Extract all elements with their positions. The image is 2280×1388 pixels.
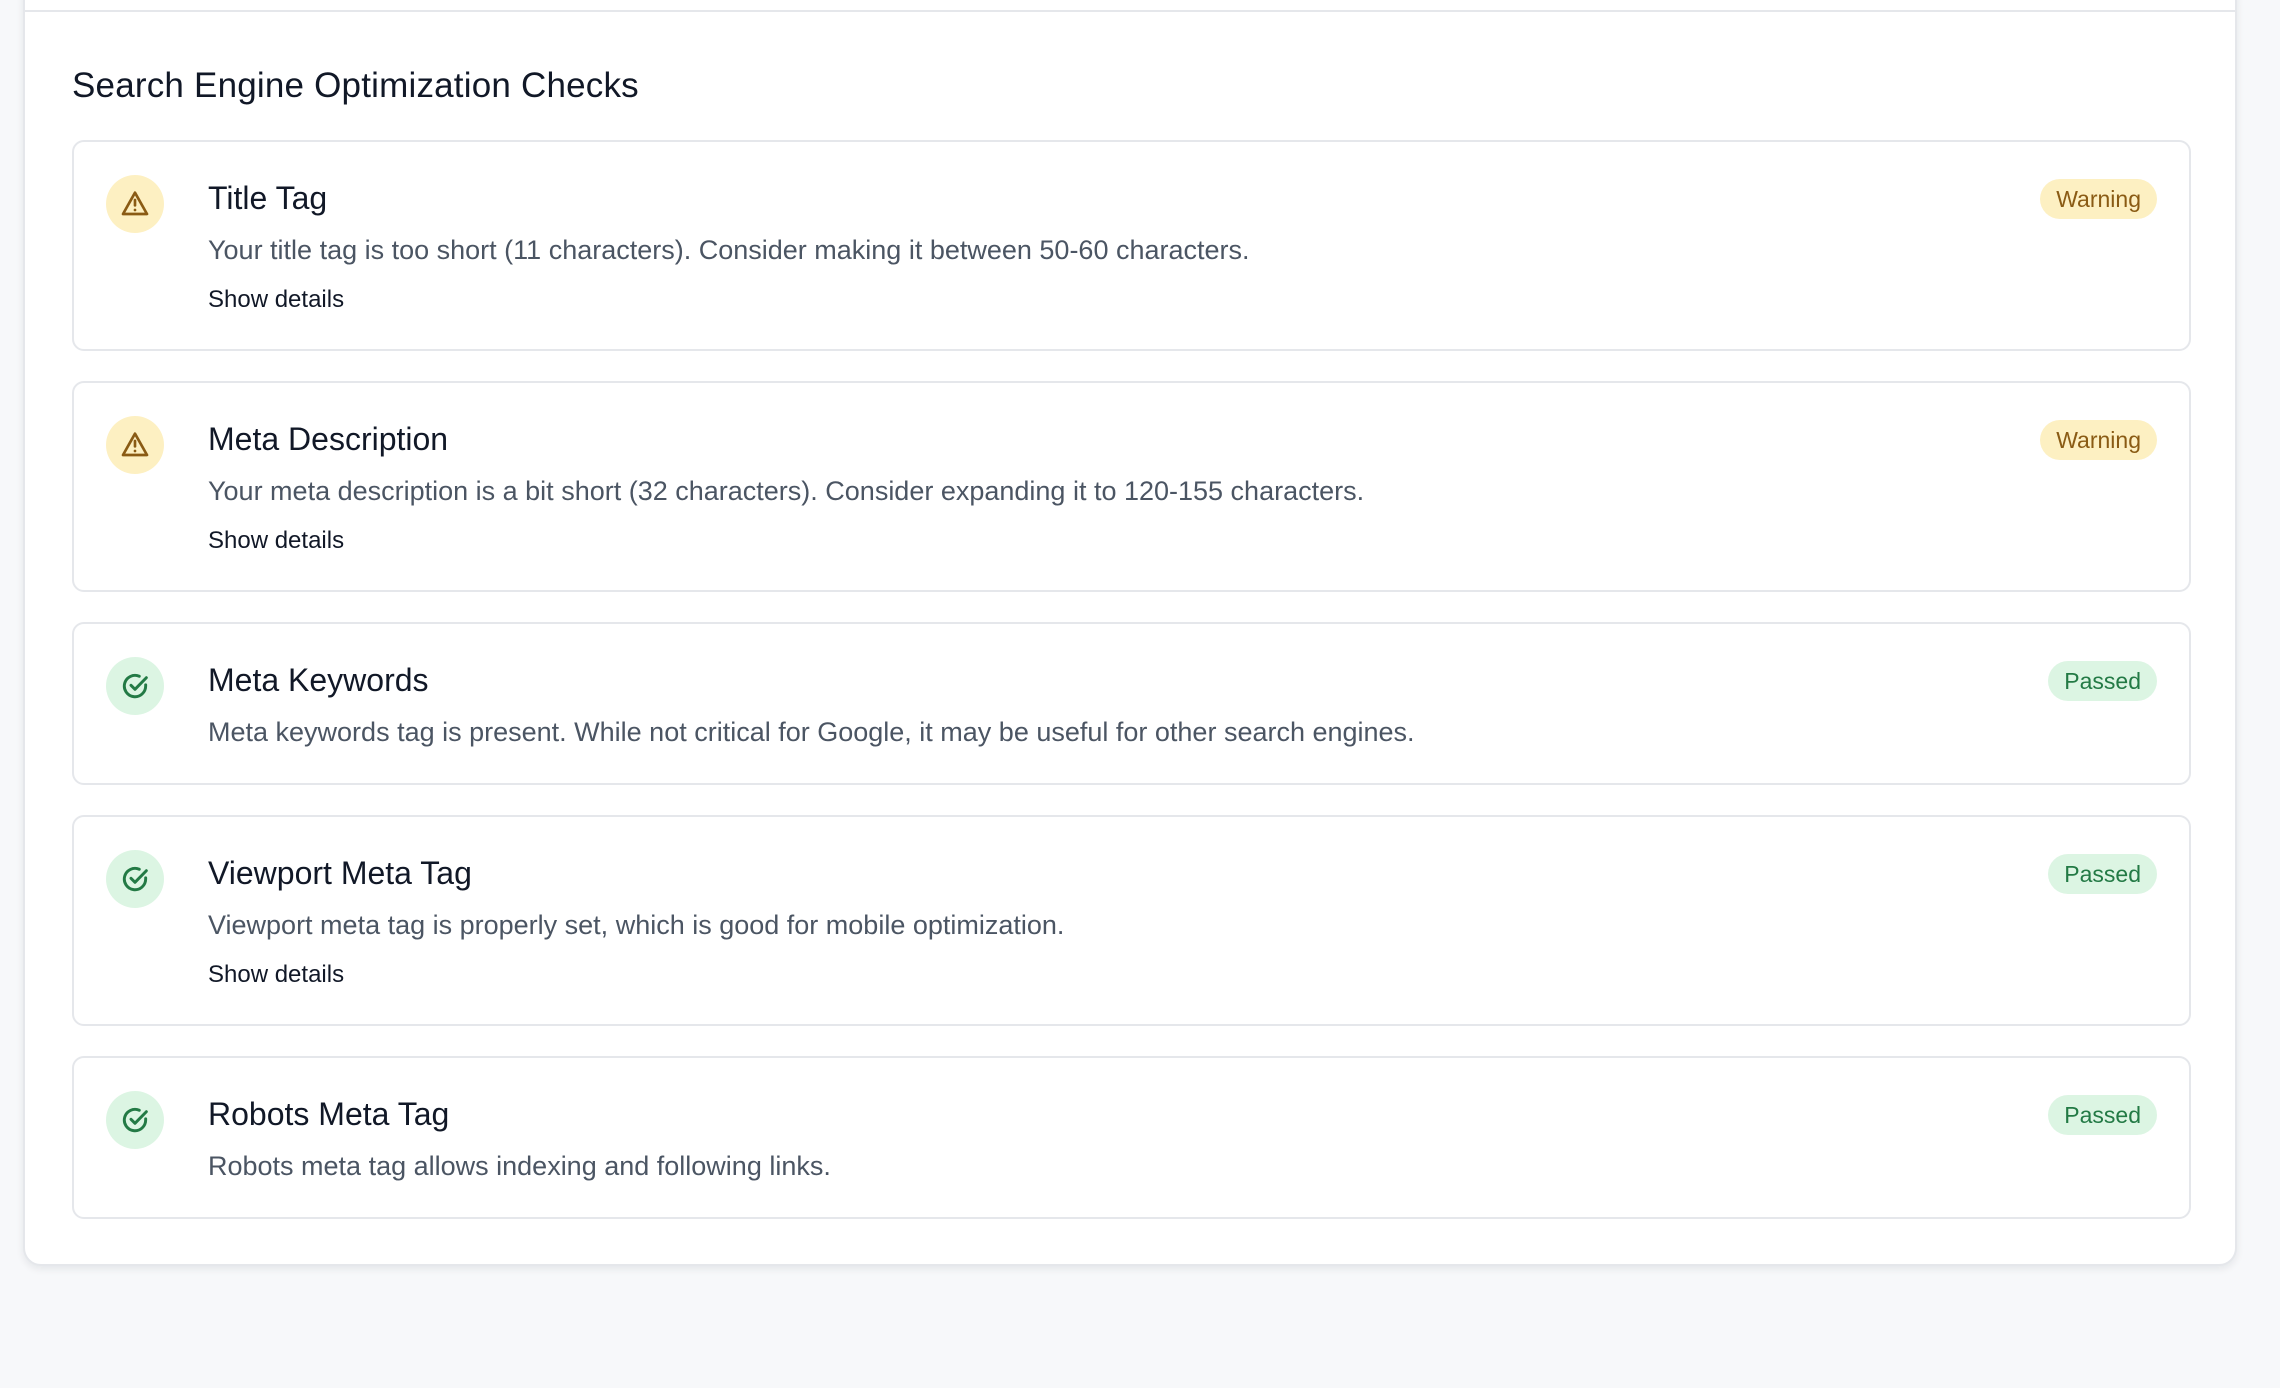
status-badge: Passed bbox=[2048, 1095, 2157, 1135]
check-circle-icon bbox=[106, 850, 164, 908]
check-description: Meta keywords tag is present. While not … bbox=[208, 717, 1415, 747]
check-description: Robots meta tag allows indexing and foll… bbox=[208, 1151, 831, 1181]
check-description: Your meta description is a bit short (32… bbox=[208, 476, 1365, 506]
check-card-robots-meta-tag: Robots Meta Tag Robots meta tag allows i… bbox=[72, 1056, 2191, 1219]
warning-triangle-icon bbox=[106, 416, 164, 474]
warning-triangle-icon bbox=[106, 175, 164, 233]
check-title: Robots Meta Tag bbox=[208, 1096, 450, 1132]
check-title: Title Tag bbox=[208, 180, 328, 216]
panel-divider bbox=[25, 10, 2235, 12]
check-title: Viewport Meta Tag bbox=[208, 855, 472, 891]
status-badge: Passed bbox=[2048, 854, 2157, 894]
check-title: Meta Description bbox=[208, 421, 449, 457]
check-card-title-tag: Title Tag Your title tag is too short (1… bbox=[72, 140, 2191, 351]
show-details-link[interactable]: Show details bbox=[208, 961, 344, 989]
check-circle-icon bbox=[106, 657, 164, 715]
check-description: Viewport meta tag is properly set, which… bbox=[208, 910, 1065, 940]
status-badge: Warning bbox=[2040, 420, 2157, 460]
check-card-viewport-meta-tag: Viewport Meta Tag Viewport meta tag is p… bbox=[72, 815, 2191, 1026]
check-title: Meta Keywords bbox=[208, 662, 429, 698]
seo-checks-panel: Search Engine Optimization Checks Title … bbox=[23, 0, 2237, 1266]
status-badge: Passed bbox=[2048, 661, 2157, 701]
check-circle-icon bbox=[106, 1091, 164, 1149]
section-title: Search Engine Optimization Checks bbox=[72, 66, 639, 105]
check-card-meta-description: Meta Description Your meta description i… bbox=[72, 381, 2191, 592]
check-card-meta-keywords: Meta Keywords Meta keywords tag is prese… bbox=[72, 622, 2191, 785]
show-details-link[interactable]: Show details bbox=[208, 527, 344, 555]
check-description: Your title tag is too short (11 characte… bbox=[208, 235, 1250, 265]
status-badge: Warning bbox=[2040, 179, 2157, 219]
show-details-link[interactable]: Show details bbox=[208, 286, 344, 314]
